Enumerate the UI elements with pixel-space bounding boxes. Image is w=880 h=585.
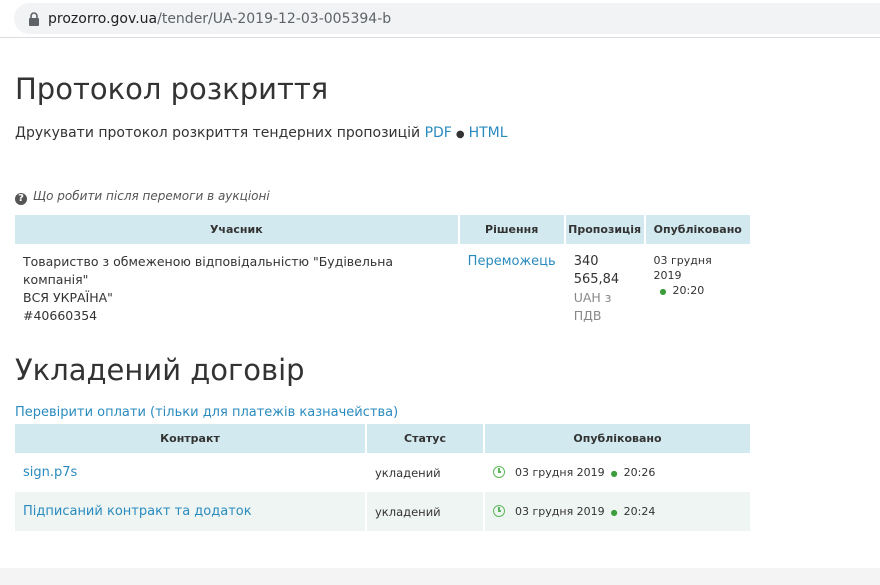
- html-link[interactable]: HTML: [469, 125, 508, 141]
- help-after-win[interactable]: ? Що робити після перемоги в аукціоні: [15, 189, 270, 205]
- bids-table: Учасник Рішення Пропозиція Опубліковано …: [15, 215, 750, 334]
- bids-table-header: Учасник Рішення Пропозиція Опубліковано: [15, 215, 750, 244]
- header-decision: Рішення: [459, 215, 566, 244]
- contract-file-link[interactable]: sign.p7s: [23, 465, 77, 480]
- published-time: 20:20: [672, 284, 705, 297]
- header-contract: Контракт: [15, 424, 367, 453]
- print-protocol-text: Друкувати протокол розкриття тендерних п…: [15, 125, 421, 141]
- check-payments-link[interactable]: Перевірити оплати (тільки для платежів к…: [15, 405, 398, 420]
- contract-published: 03 грудня 2019 ● 20:26: [485, 453, 750, 492]
- url-text: prozorro.gov.ua/tender/UA-2019-12-03-005…: [48, 11, 391, 27]
- proposal-currency: UAH з: [573, 290, 612, 305]
- published-date: 03 грудня 2019: [653, 254, 712, 282]
- table-row: sign.p7s укладений 03 грудня 2019 ● 20:26: [15, 453, 750, 492]
- contract-file-cell: sign.p7s: [15, 453, 367, 492]
- contracts-table-header: Контракт Статус Опубліковано: [15, 424, 750, 453]
- url-field[interactable]: prozorro.gov.ua/tender/UA-2019-12-03-005…: [14, 3, 880, 34]
- decision-cell: Переможець: [460, 244, 566, 334]
- contract-title: Укладений договір: [15, 353, 305, 387]
- help-after-win-text: Що робити після перемоги в аукціоні: [33, 189, 270, 203]
- contract-date: 03 грудня 2019: [515, 465, 605, 479]
- print-protocol-line: Друкувати протокол розкриття тендерних п…: [15, 125, 508, 141]
- published-cell: 03 грудня 2019 ● 20:20: [646, 244, 750, 334]
- header-proposal: Пропозиція: [565, 215, 646, 244]
- contract-time: 20:26: [623, 465, 656, 479]
- green-dot-icon: ●: [659, 287, 667, 296]
- green-dot-icon: ●: [610, 468, 618, 478]
- contract-status: укладений: [367, 492, 485, 531]
- browser-address-bar: prozorro.gov.ua/tender/UA-2019-12-03-005…: [0, 0, 880, 38]
- contract-status: укладений: [367, 453, 485, 492]
- contract-time: 20:24: [623, 504, 656, 518]
- separator-dot: ●: [455, 129, 465, 140]
- green-dot-icon: ●: [610, 507, 618, 517]
- winner-link[interactable]: Переможець: [468, 254, 556, 269]
- question-icon: ?: [15, 193, 27, 205]
- table-row: Підписаний контракт та додаток укладений…: [15, 492, 750, 531]
- contract-file-link[interactable]: Підписаний контракт та додаток: [23, 504, 252, 519]
- proposal-cell: 340 565,84 UAH з ПДВ: [566, 244, 646, 334]
- page-footer-strip: [0, 568, 880, 585]
- clock-icon: [493, 504, 505, 517]
- contract-published: 03 грудня 2019 ● 20:24: [485, 492, 750, 531]
- participant-name-cont: ВСЯ УКРАЇНА": [23, 290, 113, 305]
- header-status: Статус: [367, 424, 485, 453]
- proposal-amount: 340 565,84: [573, 254, 620, 287]
- lock-icon: [29, 12, 39, 26]
- table-row: Товариство з обмеженою відповідальністю …: [15, 244, 750, 334]
- participant-code: #40660354: [23, 308, 98, 323]
- contract-file-cell: Підписаний контракт та додаток: [15, 492, 367, 531]
- header-participant: Учасник: [15, 215, 460, 244]
- opening-protocol-title: Протокол розкриття: [15, 72, 329, 106]
- header-published: Опубліковано: [645, 215, 750, 244]
- pdf-link[interactable]: PDF: [425, 125, 452, 141]
- url-path: /tender/UA-2019-12-03-005394-b: [157, 11, 392, 27]
- participant-cell: Товариство з обмеженою відповідальністю …: [15, 244, 460, 334]
- proposal-vat: ПДВ: [573, 308, 602, 323]
- contracts-table: Контракт Статус Опубліковано sign.p7s ук…: [15, 424, 750, 531]
- contract-date: 03 грудня 2019: [515, 504, 605, 518]
- participant-name: Товариство з обмеженою відповідальністю …: [23, 254, 394, 287]
- url-host: prozorro.gov.ua: [48, 11, 158, 27]
- clock-icon: [493, 465, 505, 478]
- header-contract-published: Опубліковано: [485, 424, 750, 453]
